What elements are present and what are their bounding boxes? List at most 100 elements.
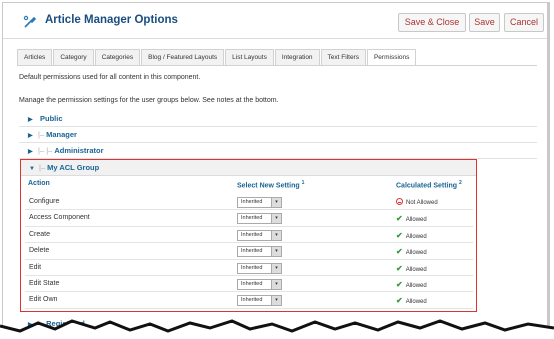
tree-branch: |– |– — [38, 146, 53, 155]
setting-select[interactable]: Inherited ▾ — [237, 197, 282, 208]
tab-blog-featured-layouts[interactable]: Blog / Featured Layouts — [141, 49, 225, 65]
table-row-access-component: Access Component Inherited ▾ ✔ Allowed — [25, 210, 473, 227]
table-row-edit: Edit Inherited ▾ ✔ Allowed — [25, 260, 473, 276]
calculated-text: Allowed — [405, 299, 427, 306]
calculated-setting: ✔ Allowed — [396, 296, 427, 305]
intro-text-default: Default permissions used for all content… — [19, 74, 201, 81]
chevron-down-icon: ▾ — [271, 198, 281, 207]
tab-integration[interactable]: Integration — [274, 49, 320, 65]
action-label: Create — [29, 230, 51, 238]
footnote-marker: 2 — [459, 180, 462, 186]
calculated-text: Allowed — [405, 266, 427, 273]
action-label: Edit Own — [29, 296, 58, 304]
chevron-down-icon: ▾ — [271, 296, 281, 306]
options-window: Article Manager Options Save & Close Sav… — [2, 2, 550, 338]
calculated-setting: ✔ Allowed — [396, 264, 427, 273]
group-row-my-acl-group[interactable]: ▼ |– My ACL Group — [21, 160, 476, 176]
calculated-text: Allowed — [405, 233, 427, 240]
tree-branch: |– — [39, 163, 46, 172]
table-row-edit-own: Edit Own Inherited ▾ ✔ Allowed — [25, 292, 473, 309]
group-label: Public — [40, 114, 63, 123]
calculated-setting: ✔ Allowed — [396, 231, 427, 240]
action-label: Configure — [29, 198, 60, 205]
tree-branch: |– — [38, 130, 45, 139]
group-row-public[interactable]: ▶ Public — [19, 111, 537, 127]
select-value: Inherited — [241, 215, 263, 222]
checkmark-icon: ✔ — [396, 279, 403, 289]
checkmark-icon: ✔ — [396, 247, 403, 257]
setting-select[interactable]: Inherited ▾ — [237, 229, 282, 241]
setting-select[interactable]: Inherited ▾ — [237, 278, 282, 290]
checkmark-icon: ✔ — [396, 263, 403, 273]
tab-divider — [17, 65, 537, 66]
chevron-down-icon: ▾ — [271, 214, 281, 224]
footnote-marker: 1 — [301, 180, 305, 186]
action-label: Edit State — [29, 279, 60, 287]
group-row-administrator[interactable]: ▶ |– |– Administrator — [19, 143, 537, 159]
tab-bar: Articles Category Categories Blog / Feat… — [17, 49, 417, 66]
setting-select[interactable]: Inherited ▾ — [237, 295, 282, 307]
intro-text-manage: Manage the permission settings for the u… — [19, 97, 279, 104]
calculated-setting: ✔ Allowed — [396, 214, 427, 223]
calculated-text: Allowed — [405, 250, 427, 257]
calculated-text: Allowed — [405, 282, 427, 289]
checkmark-icon: ✔ — [396, 296, 403, 306]
column-header-calculated-text: Calculated Setting — [396, 182, 458, 190]
wrench-icon — [23, 15, 37, 28]
column-header-select-text: Select New Setting — [237, 182, 300, 190]
checkmark-icon: ✔ — [396, 214, 403, 224]
select-value: Inherited — [241, 248, 263, 255]
select-value: Inherited — [241, 264, 263, 271]
triangle-right-icon: ▶ — [28, 117, 33, 123]
chevron-down-icon: ▾ — [271, 279, 281, 289]
group-row-manager[interactable]: ▶ |– Manager — [19, 127, 537, 143]
calculated-setting: ✔ Allowed — [396, 280, 427, 289]
group-label: Manager — [46, 130, 77, 139]
action-label: Delete — [29, 247, 50, 255]
group-label: Administrator — [54, 146, 104, 155]
tab-articles[interactable]: Articles — [17, 49, 53, 65]
tab-text-filters[interactable]: Text Filters — [320, 49, 366, 65]
save-close-button[interactable]: Save & Close — [398, 13, 466, 32]
select-value: Inherited — [241, 280, 263, 287]
chevron-down-icon: ▾ — [271, 263, 281, 273]
no-entry-icon — [396, 198, 403, 205]
column-header-calculated: Calculated Setting 2 — [396, 180, 462, 189]
action-label: Edit — [29, 263, 42, 271]
chevron-down-icon: ▾ — [271, 230, 281, 240]
page-title: Article Manager Options — [45, 14, 178, 26]
setting-select[interactable]: Inherited ▾ — [237, 213, 282, 225]
chevron-down-icon: ▾ — [271, 247, 281, 257]
calculated-setting: Not Allowed — [396, 198, 438, 206]
table-row-edit-state: Edit State Inherited ▾ ✔ Allowed — [25, 276, 473, 293]
tab-categories[interactable]: Categories — [94, 49, 141, 65]
cancel-button[interactable]: Cancel — [504, 13, 544, 32]
select-value: Inherited — [241, 297, 263, 304]
tab-list-layouts[interactable]: List Layouts — [225, 49, 274, 65]
action-label: Access Component — [29, 214, 90, 222]
triangle-down-icon: ▼ — [29, 166, 35, 172]
tab-permissions[interactable]: Permissions — [366, 49, 417, 66]
calculated-text: Not Allowed — [406, 200, 438, 206]
group-label: My ACL Group — [47, 163, 100, 172]
tab-category[interactable]: Category — [53, 49, 94, 65]
setting-select[interactable]: Inherited ▾ — [237, 262, 282, 274]
select-value: Inherited — [241, 199, 263, 205]
calculated-setting: ✔ Allowed — [396, 247, 427, 256]
triangle-right-icon: ▶ — [28, 149, 33, 155]
checkmark-icon: ✔ — [396, 230, 403, 240]
torn-edge-decoration — [0, 319, 554, 339]
column-header-select: Select New Setting 1 — [237, 180, 304, 189]
triangle-right-icon: ▶ — [28, 133, 33, 139]
save-button[interactable]: Save — [469, 13, 500, 32]
acl-table-body: Configure Inherited ▾ Not Allowed Access … — [25, 194, 473, 309]
column-header-action: Action — [28, 180, 50, 187]
select-value: Inherited — [241, 231, 263, 238]
table-row-create: Create Inherited ▾ ✔ Allowed — [25, 227, 473, 244]
calculated-text: Allowed — [405, 217, 427, 224]
table-row-configure: Configure Inherited ▾ Not Allowed — [25, 194, 473, 211]
table-row-delete: Delete Inherited ▾ ✔ Allowed — [25, 243, 473, 260]
toolbar-header: Article Manager Options Save & Close Sav… — [3, 3, 547, 39]
acl-group-panel: ▼ |– My ACL Group Action Select New Settin… — [20, 159, 477, 312]
setting-select[interactable]: Inherited ▾ — [237, 246, 282, 258]
